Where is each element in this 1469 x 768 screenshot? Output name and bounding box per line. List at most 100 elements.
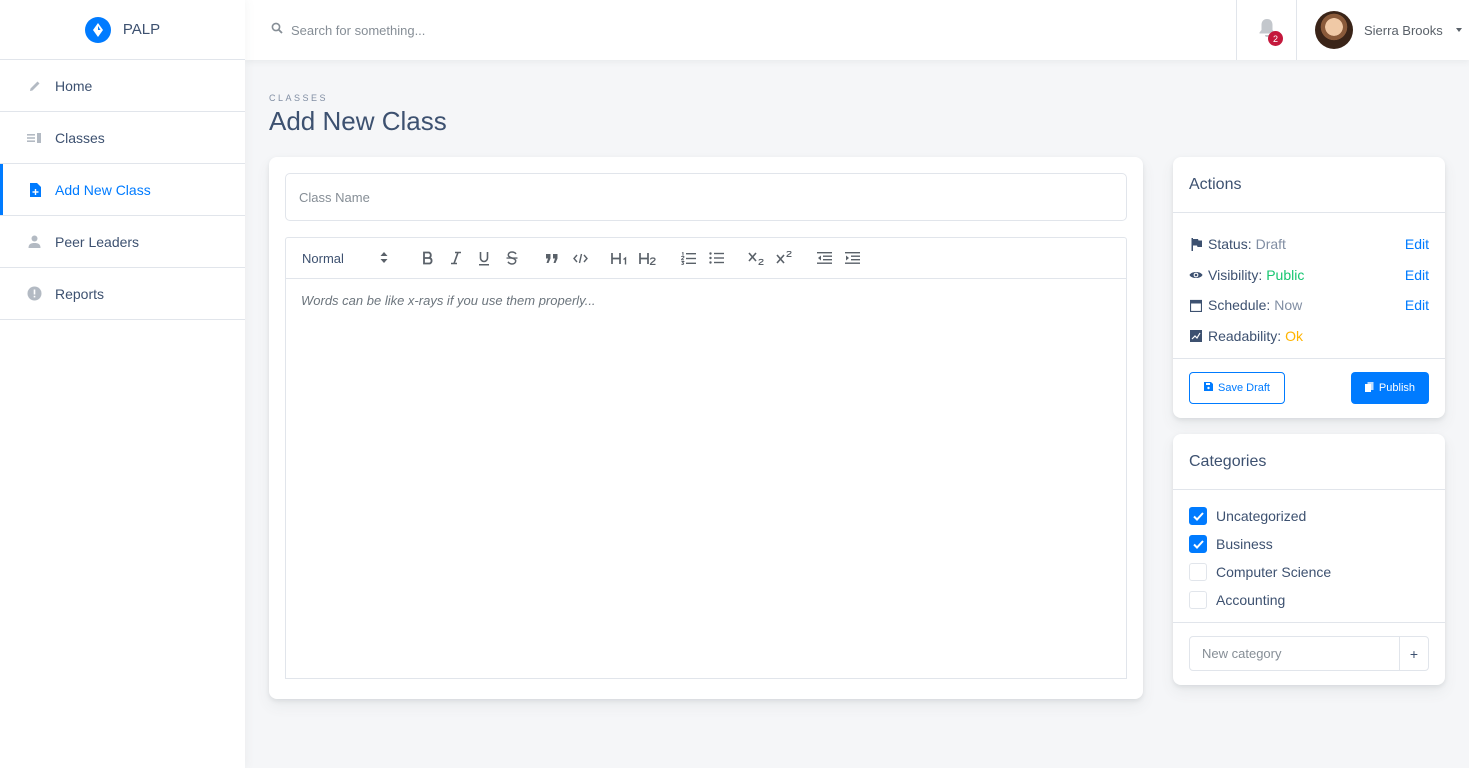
- notifications-button[interactable]: 2: [1236, 0, 1297, 60]
- category-computer-science[interactable]: Computer Science: [1189, 558, 1429, 586]
- indent-button[interactable]: [838, 246, 866, 270]
- italic-button[interactable]: [442, 246, 470, 270]
- sidebar: PALP Home Classes Add New Class Peer Lea…: [0, 0, 245, 768]
- checkbox-unchecked[interactable]: [1189, 591, 1207, 609]
- readability-label: Readability:: [1208, 327, 1282, 344]
- readability-value: Ok: [1285, 327, 1304, 344]
- search-icon: [271, 21, 283, 39]
- note-add-icon: [27, 182, 42, 197]
- brand[interactable]: PALP: [0, 0, 245, 60]
- sidebar-item-home[interactable]: Home: [0, 60, 245, 112]
- subscript-button[interactable]: [742, 246, 770, 270]
- category-label: Accounting: [1216, 592, 1286, 608]
- sidebar-item-label: Classes: [55, 129, 105, 146]
- category-label: Uncategorized: [1216, 508, 1307, 524]
- visibility-edit-link[interactable]: Edit: [1405, 267, 1429, 283]
- publish-label: Publish: [1378, 382, 1415, 394]
- save-draft-button[interactable]: Save Draft: [1189, 372, 1285, 404]
- status-edit-link[interactable]: Edit: [1405, 236, 1429, 252]
- eye-icon: [1189, 268, 1203, 282]
- sidebar-item-classes[interactable]: Classes: [0, 112, 245, 164]
- sidebar-item-label: Home: [55, 77, 93, 94]
- pencil-icon: [27, 78, 42, 93]
- error-icon: [27, 286, 42, 301]
- user-menu[interactable]: Sierra Brooks: [1297, 0, 1469, 60]
- sidebar-item-label: Reports: [55, 285, 105, 302]
- top-navbar: 2 Sierra Brooks: [245, 0, 1469, 60]
- page-subtitle: CLASSES: [269, 93, 329, 103]
- calendar-icon: [1189, 298, 1203, 312]
- compass-icon: [84, 16, 111, 43]
- status-label: Status:: [1208, 236, 1252, 253]
- save-draft-label: Save Draft: [1218, 382, 1270, 394]
- save-icon: [1204, 382, 1213, 394]
- category-label: Computer Science: [1216, 564, 1332, 580]
- superscript-button[interactable]: [770, 246, 798, 270]
- schedule-edit-link[interactable]: Edit: [1405, 297, 1429, 313]
- new-category-group: +: [1189, 636, 1429, 671]
- actions-title: Actions: [1173, 157, 1445, 213]
- blockquote-button[interactable]: [538, 246, 566, 270]
- heading1-button[interactable]: [606, 246, 634, 270]
- category-uncategorized[interactable]: Uncategorized: [1189, 502, 1429, 530]
- add-category-button[interactable]: +: [1399, 637, 1428, 670]
- visibility-value: Public: [1266, 266, 1305, 283]
- code-button[interactable]: [566, 246, 594, 270]
- actions-list: Status: Draft Edit Visibility: Public Ed…: [1173, 213, 1445, 359]
- editor-placeholder: Words can be like x-rays if you use them…: [301, 293, 596, 308]
- underline-button[interactable]: [470, 246, 498, 270]
- checkbox-checked[interactable]: [1189, 535, 1207, 553]
- categories-list: Uncategorized Business Computer Science …: [1173, 490, 1445, 623]
- sidebar-item-label: Add New Class: [55, 181, 151, 198]
- editor-card: Normal: [269, 157, 1143, 699]
- schedule-value: Now: [1274, 297, 1303, 314]
- checkbox-unchecked[interactable]: [1189, 563, 1207, 581]
- brand-name: PALP: [122, 21, 161, 38]
- search-input[interactable]: [291, 22, 691, 38]
- visibility-row: Visibility: Public Edit: [1189, 260, 1429, 291]
- bullet-list-button[interactable]: [702, 246, 730, 270]
- notification-badge: 2: [1268, 31, 1283, 46]
- sidebar-item-label: Peer Leaders: [55, 233, 140, 250]
- caret-down-icon: [1455, 28, 1462, 32]
- list-icon: [27, 130, 42, 145]
- publish-button[interactable]: Publish: [1350, 372, 1429, 404]
- search-bar: [245, 0, 1236, 60]
- schedule-label: Schedule:: [1208, 297, 1271, 314]
- avatar: [1315, 11, 1353, 49]
- heading2-button[interactable]: [634, 246, 662, 270]
- user-name: Sierra Brooks: [1364, 22, 1443, 38]
- bold-button[interactable]: [414, 246, 442, 270]
- category-label: Business: [1216, 536, 1273, 552]
- sidebar-item-reports[interactable]: Reports: [0, 268, 245, 320]
- class-name-input[interactable]: [285, 173, 1127, 221]
- format-select-value: Normal: [302, 250, 344, 266]
- sidebar-item-peer-leaders[interactable]: Peer Leaders: [0, 216, 245, 268]
- categories-title: Categories: [1173, 434, 1445, 490]
- strikethrough-button[interactable]: [498, 246, 526, 270]
- format-select[interactable]: Normal: [302, 251, 388, 266]
- editor-body[interactable]: Words can be like x-rays if you use them…: [285, 279, 1127, 679]
- new-category-input[interactable]: [1190, 637, 1399, 670]
- outdent-button[interactable]: [810, 246, 838, 270]
- visibility-label: Visibility:: [1208, 266, 1263, 283]
- category-business[interactable]: Business: [1189, 530, 1429, 558]
- editor-toolbar: Normal: [285, 237, 1127, 279]
- category-accounting[interactable]: Accounting: [1189, 586, 1429, 614]
- flag-icon: [1189, 237, 1203, 251]
- checkbox-checked[interactable]: [1189, 507, 1207, 525]
- actions-card: Actions Status: Draft Edit Visibility: P…: [1173, 157, 1445, 418]
- schedule-row: Schedule: Now Edit: [1189, 290, 1429, 321]
- sidebar-item-add-new-class[interactable]: Add New Class: [0, 164, 245, 216]
- updown-icon: [380, 251, 388, 266]
- ordered-list-button[interactable]: [674, 246, 702, 270]
- person-icon: [27, 234, 42, 249]
- file-copy-icon: [1364, 381, 1374, 395]
- status-value: Draft: [1255, 236, 1286, 253]
- categories-footer: +: [1173, 623, 1445, 684]
- categories-card: Categories Uncategorized Business Comput…: [1173, 434, 1445, 685]
- actions-footer: Save Draft Publish: [1173, 359, 1445, 417]
- page-title: Add New Class: [269, 106, 447, 136]
- readability-row: Readability: Ok: [1189, 321, 1429, 352]
- status-row: Status: Draft Edit: [1189, 229, 1429, 260]
